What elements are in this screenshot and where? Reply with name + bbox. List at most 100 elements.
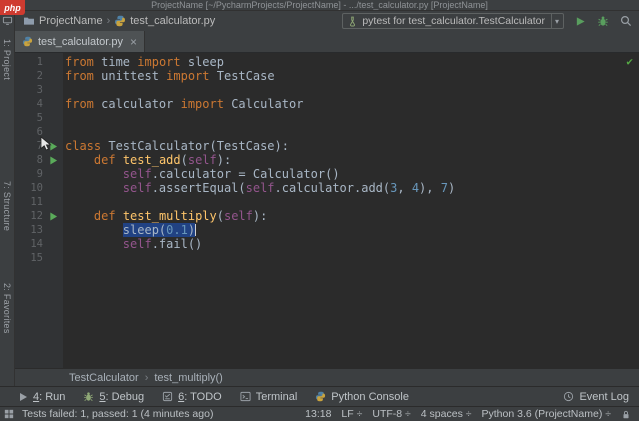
gutter-spacer <box>43 181 63 195</box>
code-line[interactable]: 4 from calculator import Calculator <box>15 97 639 111</box>
folder-icon <box>23 15 35 27</box>
tool-windows-toggle-icon[interactable] <box>4 409 14 419</box>
run-icon <box>18 392 28 402</box>
line-number: 4 <box>36 98 43 110</box>
python-console-icon <box>315 391 326 402</box>
tool-windows-icon[interactable] <box>2 15 13 26</box>
gutter-spacer <box>43 237 63 251</box>
code-line[interactable]: 13 sleep(0.1) <box>15 223 639 237</box>
tab-test-calculator[interactable]: test_calculator.py × <box>15 31 146 52</box>
sidebar-item-project[interactable]: 1: Project <box>2 39 12 80</box>
terminal-tool-button[interactable]: Terminal <box>240 391 297 403</box>
line-number: 15 <box>30 252 43 264</box>
window-title-bar: ProjectName [~/PycharmProjects/ProjectNa… <box>0 0 639 11</box>
code-line[interactable]: 10 self.assertEqual(self.calculator.add(… <box>15 181 639 195</box>
text-caret <box>195 224 197 236</box>
debug-tool-button[interactable]: 5: Debug <box>83 391 144 403</box>
gutter-spacer <box>43 83 63 97</box>
gutter-spacer <box>43 195 63 209</box>
code-line[interactable]: 3 <box>15 83 639 97</box>
code-text: sleep(0.1) <box>122 223 197 237</box>
breadcrumb-separator: › <box>144 371 149 384</box>
code-line[interactable]: 6 <box>15 125 639 139</box>
chevron-down-icon: ▾ <box>550 14 561 28</box>
code-line[interactable]: 7 class TestCalculator(TestCase): <box>15 139 639 153</box>
line-number: 13 <box>30 224 43 236</box>
tab-label: test_calculator.py <box>38 35 123 48</box>
line-number: 9 <box>36 168 43 180</box>
breadcrumb-method[interactable]: test_multiply() <box>154 372 222 384</box>
code-line[interactable]: 12 def test_multiply(self): <box>15 209 639 223</box>
close-icon[interactable]: × <box>130 36 137 48</box>
code-line[interactable]: 1 from time import sleep <box>15 55 639 69</box>
gutter-spacer <box>43 167 63 181</box>
sidebar-item-favorites[interactable]: 2: Favorites <box>2 283 12 334</box>
python-file-icon <box>22 36 33 47</box>
line-number: 14 <box>30 238 43 250</box>
line-number: 5 <box>36 112 43 124</box>
python-file-icon <box>114 15 126 27</box>
code-line[interactable]: 14 self.fail() <box>15 237 639 251</box>
code-line[interactable]: 5 <box>15 111 639 125</box>
status-indent[interactable]: 4 spaces ÷ <box>421 408 472 420</box>
code-line[interactable]: 11 <box>15 195 639 209</box>
code-line[interactable]: 8 def test_add(self): <box>15 153 639 167</box>
status-clock: 13:18 <box>305 408 332 420</box>
line-number: 12 <box>30 210 43 222</box>
editor-tab-bar: test_calculator.py × <box>15 31 639 53</box>
status-interpreter[interactable]: Python 3.6 (ProjectName) ÷ <box>482 408 611 420</box>
line-number: 2 <box>36 70 43 82</box>
nav-breadcrumb-file[interactable]: test_calculator.py <box>130 15 215 27</box>
search-everywhere-icon[interactable] <box>620 15 632 27</box>
run-tool-button[interactable]: 4: Run <box>18 391 65 403</box>
line-number: 8 <box>36 154 43 166</box>
todo-icon <box>162 391 173 402</box>
tool-button-label: 4: Run <box>33 390 66 403</box>
line-number: 6 <box>36 126 43 138</box>
run-test-gutter-icon[interactable] <box>43 209 63 223</box>
code-text: class TestCalculator(TestCase): <box>65 139 289 153</box>
gutter-spacer <box>43 251 63 265</box>
event-log-button[interactable]: Event Log <box>563 391 629 403</box>
status-line-ending[interactable]: LF ÷ <box>341 408 362 420</box>
code-line[interactable]: 2 from unittest import TestCase <box>15 69 639 83</box>
code-lines: 1 from time import sleep 2 from unittest im… <box>15 55 639 265</box>
tool-button-label: Python Console <box>331 390 409 403</box>
line-number: 3 <box>36 84 43 96</box>
gutter-spacer <box>43 55 63 69</box>
breadcrumb-separator: › <box>106 15 111 27</box>
run-test-gutter-icon[interactable] <box>43 153 63 167</box>
code-editor[interactable]: 1 from time import sleep 2 from unittest im… <box>15 53 639 368</box>
pycharm-window: php ProjectName [~/PycharmProjects/Proje… <box>0 0 639 421</box>
window-title: ProjectName [~/PycharmProjects/ProjectNa… <box>151 0 488 10</box>
lock-icon[interactable] <box>621 409 631 420</box>
run-test-gutter-icon[interactable] <box>43 139 63 153</box>
breadcrumb-class[interactable]: TestCalculator <box>69 372 139 384</box>
php-watermark-badge: php <box>0 0 25 15</box>
gutter-spacer <box>43 69 63 83</box>
debug-icon <box>83 391 94 402</box>
gutter-spacer <box>43 97 63 111</box>
todo-tool-button[interactable]: 6: TODO <box>162 391 222 403</box>
status-message: Tests failed: 1, passed: 1 (4 minutes ag… <box>22 408 214 420</box>
status-encoding[interactable]: UTF-8 ÷ <box>372 408 410 420</box>
python-console-tool-button[interactable]: Python Console <box>315 391 409 403</box>
gutter-spacer <box>43 223 63 237</box>
code-line[interactable]: 15 <box>15 251 639 265</box>
tool-button-label: Event Log <box>579 390 629 403</box>
sidebar-item-structure[interactable]: 7: Structure <box>2 181 12 231</box>
code-line[interactable]: 9 self.calculator = Calculator() <box>15 167 639 181</box>
editor-column: ProjectName › test_calculator.py pytest … <box>15 11 639 386</box>
run-button[interactable] <box>575 16 586 27</box>
gutter-spacer <box>43 125 63 139</box>
debug-button[interactable] <box>597 15 609 27</box>
breadcrumb-bar: TestCalculator › test_multiply() <box>15 368 639 386</box>
nav-breadcrumb-project[interactable]: ProjectName <box>39 15 103 27</box>
line-number: 10 <box>30 182 43 194</box>
left-tool-stripe: 1: Project 7: Structure 2: Favorites <box>0 11 15 386</box>
run-config-select[interactable]: pytest for test_calculator.TestCalculato… <box>342 13 564 29</box>
